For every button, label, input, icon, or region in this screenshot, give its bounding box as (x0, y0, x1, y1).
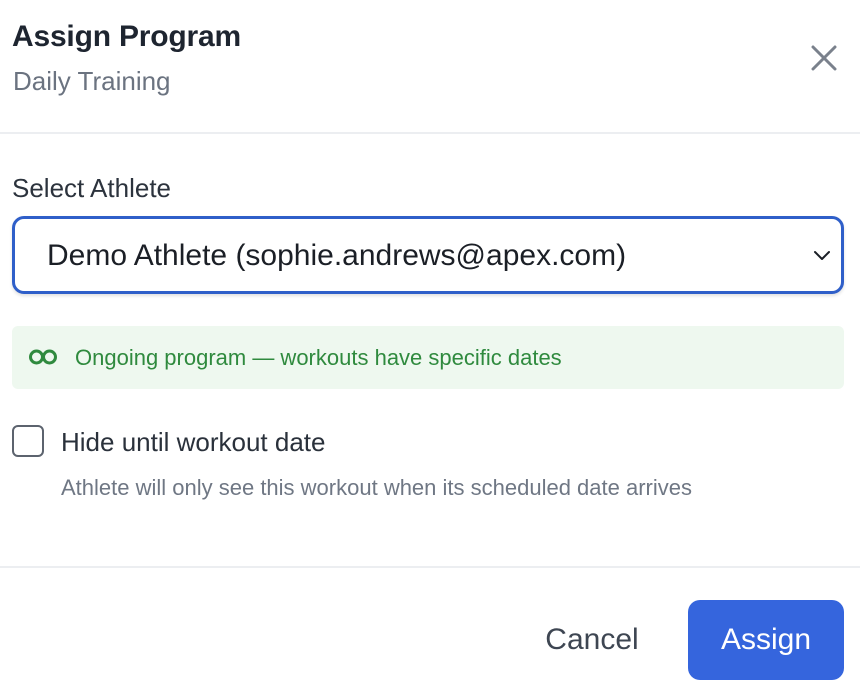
chevron-down-icon (814, 251, 830, 260)
select-athlete-label: Select Athlete (12, 173, 171, 203)
assign-program-dialog: Assign Program Daily Training Select Ath… (0, 0, 860, 692)
ongoing-program-text: Ongoing program — workouts have specific… (75, 345, 562, 370)
hide-until-date-help: Athlete will only see this workout when … (61, 475, 692, 500)
dialog-subtitle: Daily Training (13, 66, 171, 96)
hide-until-date-checkbox[interactable] (12, 425, 44, 457)
close-icon (811, 45, 837, 71)
dialog-title: Assign Program (12, 20, 241, 53)
athlete-select-value: Demo Athlete (sophie.andrews@apex.com) (47, 239, 627, 272)
hide-until-date-label[interactable]: Hide until workout date (61, 427, 325, 458)
footer-divider (0, 566, 860, 568)
close-button[interactable] (806, 40, 842, 76)
ongoing-program-banner: Ongoing program — workouts have specific… (12, 326, 844, 389)
infinity-icon (29, 349, 57, 365)
cancel-button[interactable]: Cancel (528, 600, 656, 680)
athlete-select[interactable]: Demo Athlete (sophie.andrews@apex.com) (12, 216, 844, 294)
dialog-header: Assign Program Daily Training (0, 0, 860, 134)
assign-button[interactable]: Assign (688, 600, 844, 680)
